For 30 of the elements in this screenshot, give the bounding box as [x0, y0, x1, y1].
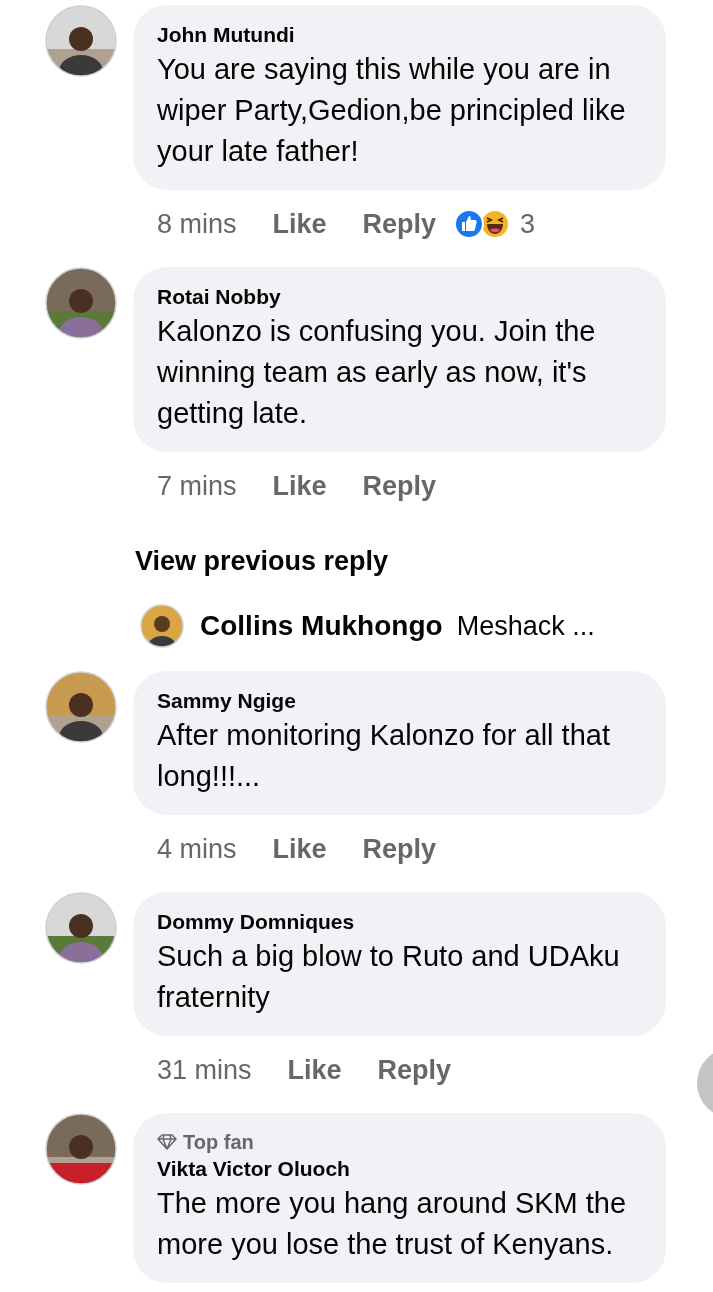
timestamp: 31 mins	[157, 1054, 252, 1086]
like-link[interactable]: Like	[272, 833, 327, 865]
reply-link[interactable]: Reply	[362, 833, 437, 865]
comment-text: Kalonzo is confusing you. Join the winning team as early as now, it's getting late.	[157, 314, 597, 431]
author-name[interactable]: Sammy Ngige	[157, 687, 642, 715]
reply-link[interactable]: Reply	[362, 208, 437, 240]
timestamp: 8 mins	[157, 208, 237, 240]
author-name[interactable]: John Mutundi	[157, 21, 642, 49]
laughing-face-icon	[480, 209, 511, 239]
comment-text: The more you hang around SKM the more you lose the trust of Kenyans.	[157, 1186, 628, 1262]
like-link[interactable]: Like	[287, 1054, 342, 1086]
timestamp: 4 mins	[157, 833, 237, 865]
author-name[interactable]: Vikta Victor Oluoch	[157, 1155, 642, 1183]
thumbs-up-icon	[454, 209, 485, 239]
comment-text: You are saying this while you are in wiper Party,Gedion,be principled like your late father!	[157, 52, 627, 169]
like-link[interactable]: Like	[272, 208, 327, 240]
top-fan-label: Top fan	[183, 1130, 254, 1155]
comment-text: Such a big blow to Ruto and UDAku fraternity	[157, 939, 621, 1015]
view-previous-link[interactable]: View previous reply	[135, 541, 389, 581]
author-name[interactable]: Rotai Nobby	[157, 283, 642, 311]
author-name[interactable]: Dommy Domniques	[157, 908, 642, 936]
reply-snippet: Meshack ...	[456, 610, 595, 642]
like-link[interactable]: Like	[272, 470, 327, 502]
timestamp: 7 mins	[157, 470, 237, 502]
reply-link[interactable]: Reply	[362, 470, 437, 502]
reply-author[interactable]: Collins Mukhongo	[200, 610, 443, 642]
reaction-count: 3	[520, 208, 536, 240]
reply-link[interactable]: Reply	[377, 1054, 452, 1086]
comment-text: After monitoring Kalonzo for all that long!!!...	[157, 718, 611, 794]
diamond-icon	[157, 1134, 177, 1150]
